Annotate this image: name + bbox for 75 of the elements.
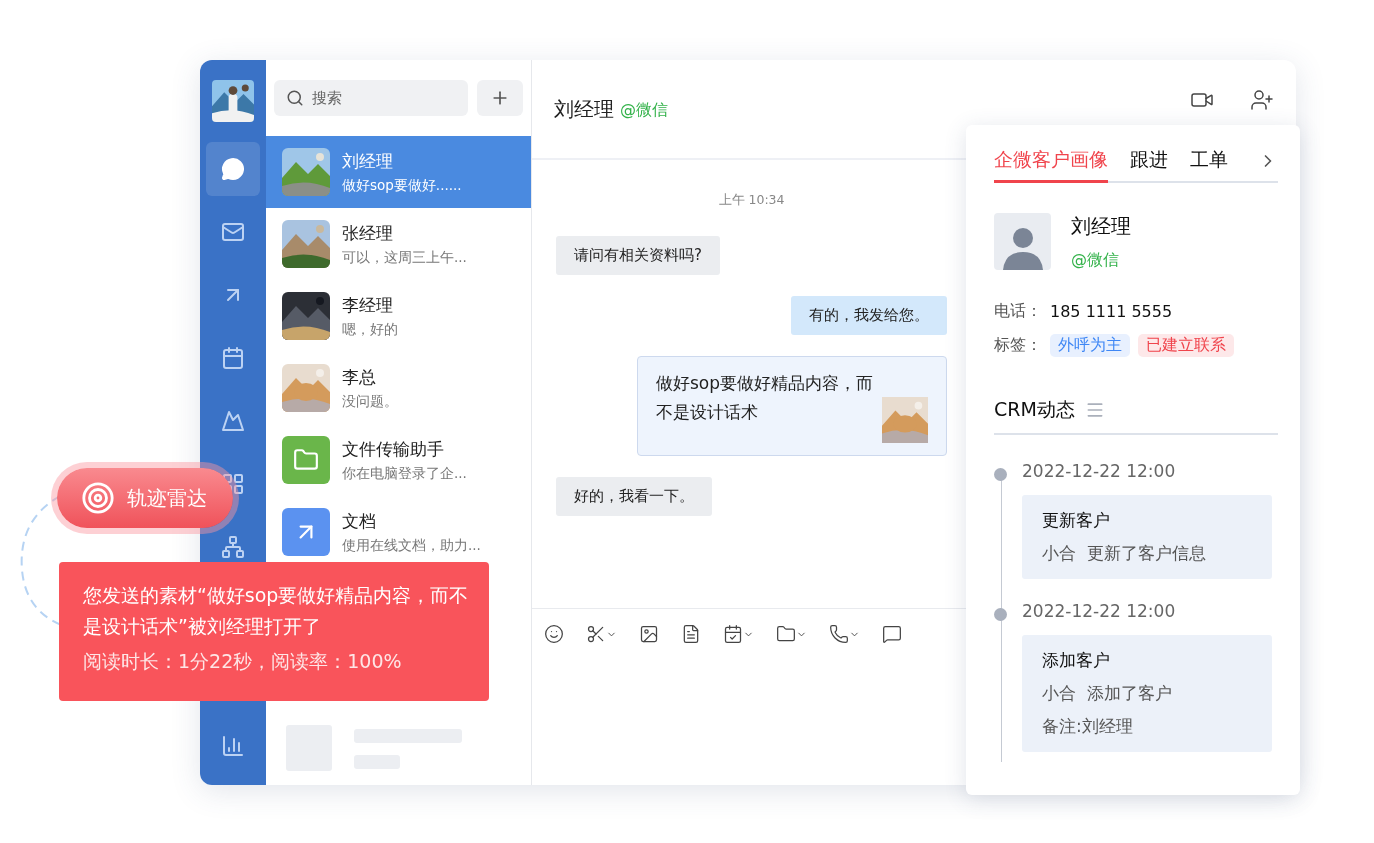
message-preview: 嗯，好的 xyxy=(342,320,398,339)
event-title: 更新客户 xyxy=(1042,509,1111,532)
org-icon xyxy=(221,535,245,559)
field-label: 标签： xyxy=(994,335,1042,356)
phone-number: 185 1111 5555 xyxy=(1050,302,1173,321)
chat-nav-item[interactable] xyxy=(206,142,260,196)
section-title: CRM动态 xyxy=(994,397,1075,422)
tag: 外呼为主 xyxy=(1050,334,1130,357)
message-preview: 没问题。 xyxy=(342,392,398,411)
source-label: @微信 xyxy=(620,99,668,121)
message-bubble: 好的，我看一下。 xyxy=(556,477,712,516)
contact-name: 刘经理 xyxy=(342,149,394,173)
add-button[interactable] xyxy=(477,80,523,116)
conversation-item[interactable]: 文档 使用在线文档，助力... xyxy=(266,496,531,568)
toolbar-button[interactable] xyxy=(723,623,754,645)
tab[interactable]: 企微客户画像 xyxy=(994,147,1108,183)
image-icon xyxy=(639,624,659,644)
contact-name: 文档 xyxy=(342,509,377,533)
message-preview: 使用在线文档，助力... xyxy=(342,536,481,555)
search-field[interactable]: 搜索 xyxy=(274,80,468,116)
toolbar-button[interactable] xyxy=(544,623,564,645)
timestamp: 上午 10:34 xyxy=(718,192,785,209)
emoji-icon xyxy=(544,624,564,644)
contact-name: 张经理 xyxy=(342,221,394,245)
toolbar-button[interactable] xyxy=(639,623,659,645)
event-time: 2022-12-22 12:00 xyxy=(1022,601,1177,621)
toolbar-button[interactable] xyxy=(829,623,860,645)
tab[interactable]: 工单 xyxy=(1190,147,1228,183)
conversation-item[interactable]: 李经理 嗯，好的 xyxy=(266,280,531,352)
contact-name: 李总 xyxy=(342,365,377,389)
search-icon xyxy=(286,89,304,107)
message-bubble: 请问有相关资料吗? xyxy=(556,236,720,275)
radar-icon xyxy=(81,481,115,515)
source-label: @微信 xyxy=(1071,250,1120,271)
conversation-item[interactable]: 李总 没问题。 xyxy=(266,352,531,424)
calendar-icon xyxy=(221,346,245,370)
contact-name: 文件传输助手 xyxy=(342,437,445,461)
card-title: 做好sop要做好精品内容，而不是设计话术 xyxy=(656,372,874,424)
apps-icon xyxy=(221,472,245,496)
conversation-item[interactable]: 张经理 可以，这周三上午... xyxy=(266,208,531,280)
conversation-item[interactable]: 刘经理 做好sop要做好...... xyxy=(266,136,531,208)
message-preview: 你在电脑登录了企... xyxy=(342,464,467,483)
conversation-item[interactable]: 文件传输助手 你在电脑登录了企... xyxy=(266,424,531,496)
bar-chart-icon xyxy=(221,734,245,758)
customer-name: 刘经理 xyxy=(1071,213,1131,240)
folder-icon xyxy=(293,447,319,473)
phone-icon xyxy=(829,624,849,644)
event-detail: 小合 添加了客户 xyxy=(1042,682,1173,705)
event-title: 添加客户 xyxy=(1042,649,1111,672)
notification-message: 您发送的素材“做好sop要做好精品内容，而不是设计话术”被刘经理打开了 xyxy=(83,583,469,640)
chat-icon xyxy=(221,157,245,181)
event-time: 2022-12-22 12:00 xyxy=(1022,461,1177,481)
message-preview: 做好sop要做好...... xyxy=(342,176,462,195)
mail-icon xyxy=(221,220,245,244)
scissors-icon xyxy=(586,624,606,644)
message-preview: 可以，这周三上午... xyxy=(342,248,467,267)
tab[interactable]: 跟进 xyxy=(1130,147,1168,183)
add-user-icon[interactable] xyxy=(1250,88,1274,112)
shared-content-card[interactable]: 做好sop要做好精品内容，而不是设计话术 xyxy=(637,356,947,456)
field-label: 电话： xyxy=(994,301,1042,322)
event-detail: 小合 更新了客户信息 xyxy=(1042,542,1207,565)
toolbar-button[interactable] xyxy=(681,623,701,645)
event-detail: 备注:刘经理 xyxy=(1042,715,1134,738)
timeline-dot xyxy=(994,468,1007,481)
timeline-dot xyxy=(994,608,1007,621)
tag: 已建立联系 xyxy=(1138,334,1234,357)
note-icon xyxy=(681,624,701,644)
toolbar-button[interactable] xyxy=(586,623,617,645)
chat-title: 刘经理 xyxy=(554,95,614,123)
message-bubble: 有的，我发给您。 xyxy=(791,296,947,335)
calendar-icon xyxy=(723,624,743,644)
reading-stats: 阅读时长：1分22秒，阅读率：100% xyxy=(83,648,403,674)
folder-icon xyxy=(776,624,796,644)
badge-label: 轨迹雷达 xyxy=(127,484,207,512)
contact-name: 李经理 xyxy=(342,293,394,317)
